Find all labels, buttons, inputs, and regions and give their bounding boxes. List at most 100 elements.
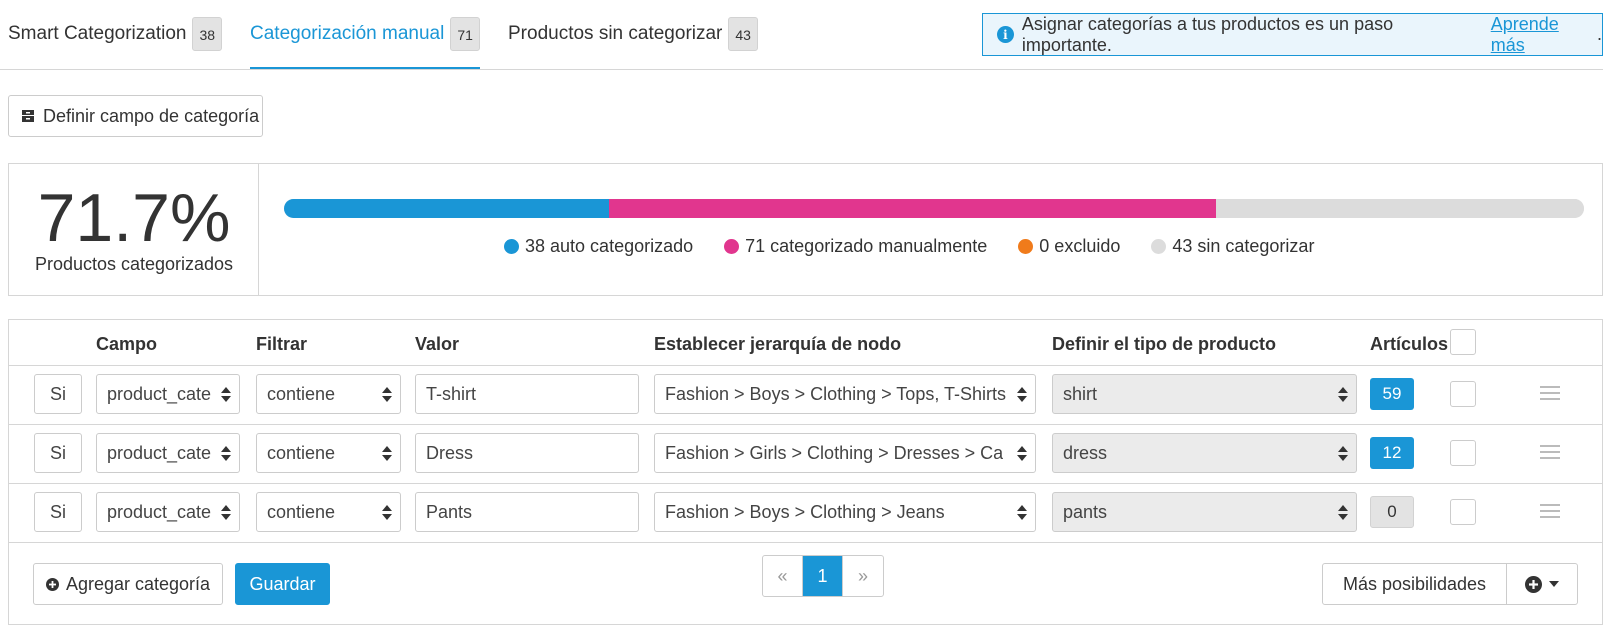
legend-item-auto: 38 auto categorizado (504, 236, 693, 257)
info-icon: i (997, 26, 1014, 43)
filter-select[interactable]: contiene (256, 492, 401, 532)
pagination: « 1 » (762, 555, 884, 597)
filter-select[interactable]: contiene (256, 374, 401, 414)
header-divider (9, 365, 1602, 366)
chevron-down-icon (1549, 581, 1559, 587)
select-caret-icon (1017, 445, 1027, 463)
legend-dot (504, 239, 519, 254)
campo-value: product_cate (107, 501, 212, 522)
legend-dot (1018, 239, 1034, 254)
legend-item-manual: 71 categorizado manualmente (724, 236, 987, 257)
progress-legend: 38 auto categorizado 71 categorizado man… (504, 236, 1345, 257)
define-category-field-button[interactable]: Definir campo de categoría (8, 95, 263, 137)
valor-input[interactable]: Dress (415, 433, 639, 473)
pagination-next[interactable]: » (843, 556, 883, 596)
add-category-label: Agregar categoría (65, 573, 211, 594)
valor-input[interactable]: T-shirt (415, 374, 639, 414)
row-divider (9, 483, 1602, 484)
legend-item-uncategorized: 43 sin categorizar (1151, 236, 1314, 257)
select-caret-icon (1338, 504, 1348, 522)
categorization-progress-bar (284, 199, 1584, 218)
tab-count-badge: 38 (192, 17, 223, 51)
product-type-select[interactable]: dress (1052, 433, 1357, 473)
article-count-badge[interactable]: 0 (1370, 496, 1414, 528)
campo-select[interactable]: product_cate (96, 374, 240, 414)
column-header-articulos: Artículos (1370, 334, 1449, 354)
legend-text: 43 sin categorizar (1172, 236, 1315, 256)
row-checkbox[interactable] (1450, 381, 1476, 407)
tab-smart-categorization[interactable]: Smart Categorization 38 (8, 17, 223, 69)
article-count-badge[interactable]: 59 (1370, 378, 1414, 410)
drag-handle-icon[interactable] (1540, 445, 1560, 459)
select-caret-icon (221, 504, 231, 522)
valor-value: T-shirt (426, 383, 477, 404)
row-si-button[interactable]: Si (34, 492, 82, 532)
select-caret-icon (1338, 386, 1348, 404)
filter-value: contiene (267, 442, 336, 463)
node-hierarchy-select[interactable]: Fashion > Boys > Clothing > Tops, T-Shir… (654, 374, 1036, 414)
progress-segment (284, 199, 609, 218)
define-category-field-label: Definir campo de categoría (43, 105, 260, 126)
product-type-select[interactable]: pants (1052, 492, 1357, 532)
progress-segment (1216, 199, 1584, 218)
add-dropdown-button[interactable] (1506, 563, 1578, 605)
row-checkbox[interactable] (1450, 440, 1476, 466)
tab-count-badge: 43 (728, 17, 758, 51)
save-label: Guardar (249, 573, 316, 594)
row-si-button[interactable]: Si (34, 374, 82, 414)
pagination-prev[interactable]: « (763, 556, 803, 596)
pagination-page[interactable]: 1 (803, 556, 843, 596)
row-checkbox[interactable] (1450, 499, 1476, 525)
valor-value: Dress (426, 442, 474, 463)
select-caret-icon (1338, 445, 1348, 463)
select-caret-icon (221, 386, 231, 404)
more-options-button[interactable]: Más posibilidades (1322, 563, 1507, 605)
drag-handle-icon[interactable] (1540, 386, 1560, 400)
save-button[interactable]: Guardar (235, 563, 330, 605)
row-divider (9, 542, 1602, 543)
categorization-summary: 71.7% Productos categorizados 38 auto ca… (8, 163, 1603, 296)
filter-value: contiene (267, 501, 336, 522)
tab-uncategorized-products[interactable]: Productos sin categorizar 43 (508, 17, 758, 69)
product-type-value: dress (1063, 442, 1108, 463)
select-all-checkbox[interactable] (1450, 329, 1476, 355)
si-label: Si (49, 442, 66, 463)
article-count-badge[interactable]: 12 (1370, 437, 1414, 469)
filter-select[interactable]: contiene (256, 433, 401, 473)
select-caret-icon (221, 445, 231, 463)
progress-segment (609, 199, 1217, 218)
select-caret-icon (382, 504, 392, 522)
archive-icon (22, 110, 34, 122)
select-caret-icon (382, 445, 392, 463)
column-header-jerarquia: Establecer jerarquía de nodo (654, 334, 902, 354)
tab-manual-categorization[interactable]: Categorización manual 71 (250, 17, 480, 69)
tab-count-badge: 71 (450, 17, 480, 51)
legend-dot (1151, 239, 1167, 254)
tab-bar: Smart Categorization 38 Categorización m… (0, 0, 1603, 70)
drag-handle-icon[interactable] (1540, 504, 1560, 518)
column-header-valor: Valor (415, 334, 460, 354)
campo-select[interactable]: product_cate (96, 492, 240, 532)
add-category-button[interactable]: Agregar categoría (33, 563, 223, 605)
campo-select[interactable]: product_cate (96, 433, 240, 473)
product-type-select[interactable]: shirt (1052, 374, 1357, 414)
legend-text: 71 categorizado manualmente (745, 236, 988, 256)
valor-input[interactable]: Pants (415, 492, 639, 532)
product-type-value: shirt (1063, 383, 1098, 404)
select-caret-icon (382, 386, 392, 404)
si-label: Si (49, 383, 66, 404)
categorized-percent: 71.7% (37, 180, 231, 256)
filter-value: contiene (267, 383, 336, 404)
hierarchy-value: Fashion > Girls > Clothing > Dresses > C… (665, 442, 1004, 463)
column-header-campo: Campo (96, 334, 158, 354)
tab-label: Productos sin categorizar (508, 23, 723, 44)
column-header-filtrar: Filtrar (256, 334, 308, 354)
valor-value: Pants (426, 501, 473, 522)
info-banner: i Asignar categorías a tus productos es … (982, 13, 1603, 56)
learn-more-link[interactable]: Aprende más (1491, 14, 1597, 56)
legend-item-excluded: 0 excluido (1018, 236, 1120, 257)
select-caret-icon (1017, 504, 1027, 522)
row-si-button[interactable]: Si (34, 433, 82, 473)
node-hierarchy-select[interactable]: Fashion > Girls > Clothing > Dresses > C… (654, 433, 1036, 473)
node-hierarchy-select[interactable]: Fashion > Boys > Clothing > Jeans (654, 492, 1036, 532)
